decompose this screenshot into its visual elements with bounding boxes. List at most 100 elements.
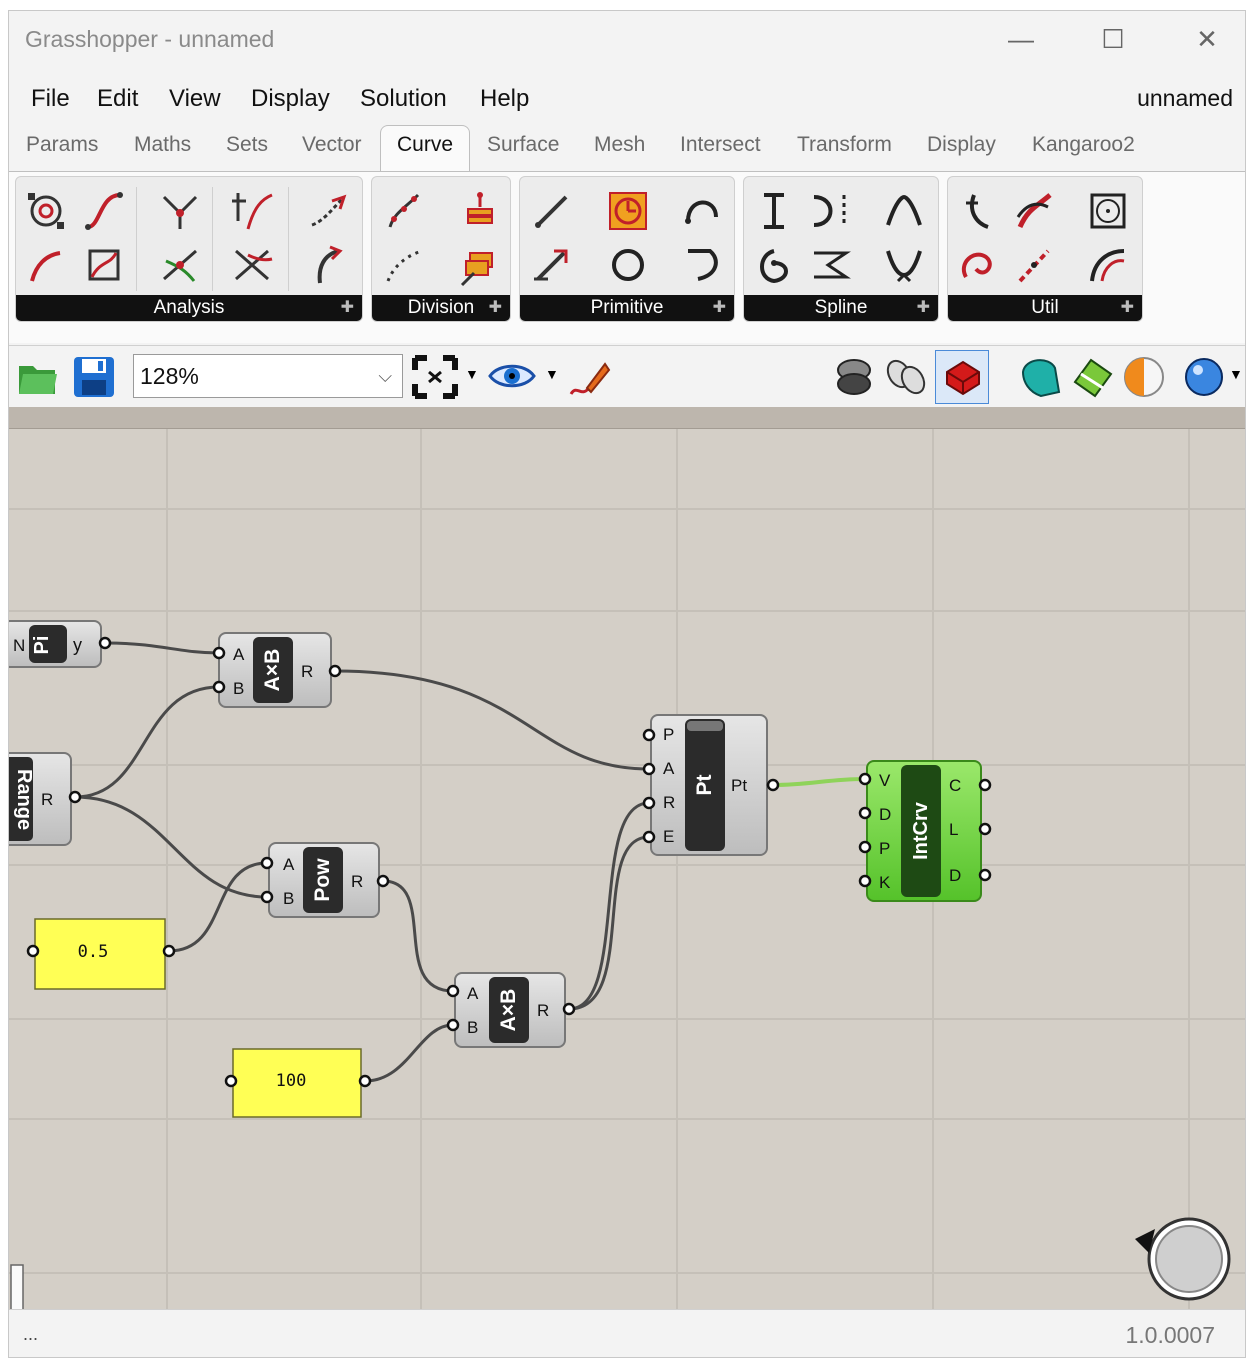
multiplication-component-1[interactable]: A B A×B R (212, 632, 342, 708)
intcrv-grip-p[interactable] (858, 840, 872, 854)
tab-intersect[interactable]: Intersect (680, 133, 761, 157)
menu-edit[interactable]: Edit (97, 85, 138, 113)
zoom-extents-icon[interactable] (411, 354, 459, 400)
close-button[interactable]: ✕ (1179, 19, 1235, 59)
menu-file[interactable]: File (31, 85, 70, 113)
pt-grip-e[interactable] (642, 830, 656, 844)
mult2-grip-r[interactable] (562, 1002, 576, 1016)
divide-length-icon[interactable] (380, 241, 428, 289)
tab-maths[interactable]: Maths (134, 133, 191, 157)
tab-params[interactable]: Params (26, 133, 98, 157)
preview-dropdown-icon[interactable]: ▼ (545, 366, 559, 382)
circle-icon[interactable] (604, 241, 652, 289)
power-component[interactable]: A B Pow R (260, 842, 390, 918)
tab-surface[interactable]: Surface (487, 133, 559, 157)
pt-grip-out[interactable] (766, 778, 780, 792)
tab-sets[interactable]: Sets (226, 133, 268, 157)
point-component[interactable]: P A R E Pt Pt (642, 714, 780, 856)
panel-half[interactable]: 0.5 (26, 918, 176, 990)
panel-hundred[interactable]: 100 (224, 1048, 372, 1118)
bezier-span-icon[interactable] (750, 187, 798, 235)
panel-half-output-grip[interactable] (162, 944, 176, 958)
nurbs-curve-icon[interactable] (806, 241, 854, 289)
contour-icon[interactable] (456, 187, 504, 235)
pi-output-grip[interactable] (98, 636, 112, 650)
curve-cv-icon[interactable] (806, 187, 854, 235)
minimize-button[interactable]: — (993, 19, 1049, 59)
mult1-grip-r[interactable] (328, 664, 342, 678)
material-orange-icon[interactable] (1119, 352, 1169, 402)
eye-icon[interactable] (487, 360, 537, 392)
intcrv-grip-d-out[interactable] (978, 868, 992, 882)
curve-curvature-icon[interactable] (156, 241, 204, 289)
curve-tangent-icon[interactable] (228, 187, 276, 235)
menu-view[interactable]: View (169, 85, 221, 113)
offset-curve-icon[interactable] (954, 187, 1002, 235)
divide-curve-icon[interactable] (380, 187, 428, 235)
tab-transform[interactable]: Transform (797, 133, 892, 157)
contour-ex-icon[interactable] (456, 241, 504, 289)
intcrv-grip-d[interactable] (858, 806, 872, 820)
material-teal-icon[interactable] (1015, 352, 1065, 402)
menu-display[interactable]: Display (251, 85, 330, 113)
curve-end-icon[interactable] (22, 241, 70, 289)
tween-curve-icon[interactable] (880, 241, 928, 289)
intcrv-grip-k[interactable] (858, 874, 872, 888)
intcrv-grip-v[interactable] (858, 772, 872, 786)
expand-icon[interactable]: ✚ (713, 295, 726, 321)
panel-bar-division[interactable]: Division ✚ (372, 295, 510, 321)
expand-icon[interactable]: ✚ (489, 295, 502, 321)
mult1-grip-b[interactable] (212, 680, 226, 694)
curve-split-icon[interactable] (156, 187, 204, 235)
open-file-icon[interactable] (17, 356, 59, 398)
tab-curve[interactable]: Curve (380, 125, 471, 175)
circle-cnr-icon[interactable] (604, 187, 652, 235)
pt-grip-a[interactable] (642, 762, 656, 776)
rebuild-curve-icon[interactable] (1084, 187, 1132, 235)
range-output-grip[interactable] (68, 790, 82, 804)
expand-icon[interactable]: ✚ (341, 295, 354, 321)
definition-canvas[interactable]: N Pi y Range R A B A×B R A B Pow R A B A… (9, 429, 1245, 1309)
line-icon[interactable] (528, 187, 576, 235)
pow-grip-r[interactable] (376, 874, 390, 888)
curve-bounds-icon[interactable] (80, 241, 128, 289)
expand-icon[interactable]: ✚ (917, 295, 930, 321)
preview-shaded-icon[interactable] (883, 354, 929, 400)
zoom-dropdown[interactable]: 128% ⌵ (133, 354, 403, 398)
intcrv-grip-c[interactable] (978, 778, 992, 792)
intcrv-grip-l[interactable] (978, 822, 992, 836)
expand-icon[interactable]: ✚ (1121, 295, 1134, 321)
curve-direction-icon[interactable] (304, 241, 352, 289)
curve-closest-icon[interactable] (80, 187, 128, 235)
material-green-icon[interactable] (1067, 352, 1117, 402)
panel-bar-spline[interactable]: Spline ✚ (744, 295, 938, 321)
menu-help[interactable]: Help (480, 85, 529, 113)
zoom-extents-dropdown-icon[interactable]: ▼ (465, 366, 479, 382)
arc-icon[interactable] (678, 187, 726, 235)
curve-domain-icon[interactable] (22, 187, 70, 235)
sketch-pen-icon[interactable] (565, 354, 613, 402)
panel-hundred-output-grip[interactable] (358, 1074, 372, 1088)
tab-mesh[interactable]: Mesh (594, 133, 645, 157)
blend-curve-icon[interactable] (1084, 241, 1132, 289)
tab-vector[interactable]: Vector (302, 133, 362, 157)
vertical-scrollbar-thumb[interactable] (10, 1264, 24, 1309)
preview-wireframe-icon[interactable] (831, 354, 877, 400)
join-curves-icon[interactable] (1010, 187, 1058, 235)
save-file-icon[interactable] (71, 354, 117, 400)
mult2-grip-a[interactable] (446, 984, 460, 998)
mult2-grip-b[interactable] (446, 1018, 460, 1032)
multiplication-component-2[interactable]: A B A×B R (446, 972, 576, 1048)
panel-bar-primitive[interactable]: Primitive ✚ (520, 295, 734, 321)
pow-grip-b[interactable] (260, 890, 274, 904)
tab-display[interactable]: Display (927, 133, 996, 157)
explode-icon[interactable] (1010, 241, 1058, 289)
preview-selected-button[interactable] (935, 350, 989, 404)
pt-grip-p[interactable] (642, 728, 656, 742)
maximize-button[interactable]: ☐ (1085, 19, 1141, 59)
navigation-compass[interactable] (1135, 1217, 1231, 1301)
curve-derivative-icon[interactable] (304, 187, 352, 235)
material-blue-sphere-icon[interactable] (1181, 354, 1227, 400)
range-component[interactable]: Range R (9, 752, 82, 846)
pt-grip-r[interactable] (642, 796, 656, 810)
